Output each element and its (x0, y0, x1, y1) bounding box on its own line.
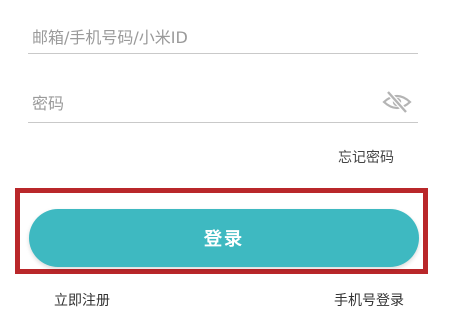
password-input[interactable] (32, 90, 362, 116)
login-screen: 忘记密码 登录 立即注册 手机号登录 (0, 0, 450, 325)
forgot-password-link[interactable]: 忘记密码 (338, 147, 394, 167)
register-link[interactable]: 立即注册 (54, 290, 110, 310)
password-field (28, 84, 418, 123)
account-input[interactable] (32, 24, 362, 50)
login-button[interactable]: 登录 (29, 209, 419, 267)
phone-login-link[interactable]: 手机号登录 (334, 290, 404, 310)
account-field (28, 18, 418, 54)
eye-slash-icon[interactable] (382, 89, 412, 115)
